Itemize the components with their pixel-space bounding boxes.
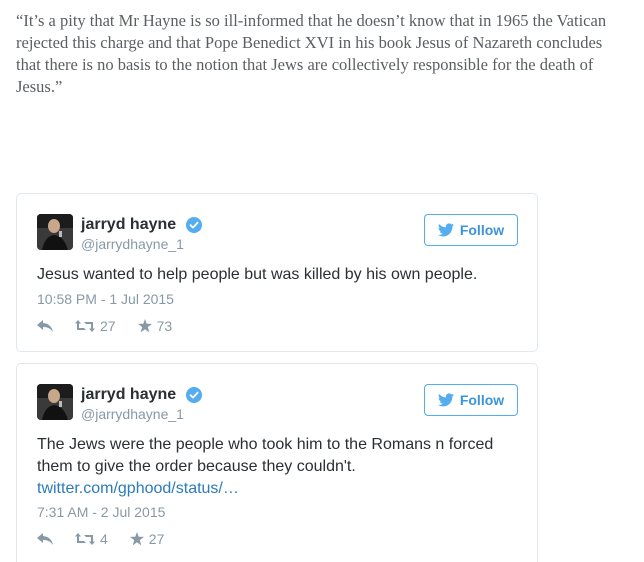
twitter-bird-icon [437,393,454,407]
verified-icon [185,386,202,403]
retweet-count: 27 [100,318,116,334]
favorite-count: 27 [148,531,165,547]
retweet-icon [75,533,95,545]
embedded-tweet: jarryd hayne @jarrydhayne_1 Follow Jesus… [16,193,538,352]
tweet-body: Jesus wanted to help people but was kill… [37,266,478,283]
favorite-star-icon [129,532,144,546]
tweet-text: The Jews were the people who took him to… [37,434,517,500]
user-handle[interactable]: @jarrydhayne_1 [81,235,202,253]
tweet-actions: 27 73 [37,318,194,334]
favorite-star-icon [137,319,152,333]
follow-label: Follow [459,222,505,238]
retweet-icon [75,320,95,332]
avatar[interactable] [37,384,73,420]
user-handle[interactable]: @jarrydhayne_1 [81,405,202,423]
tweet-text: Jesus wanted to help people but was kill… [37,264,517,286]
retweet-button[interactable]: 4 [75,531,108,547]
favorite-count: 73 [156,318,173,334]
reply-icon [37,533,53,545]
favorite-button[interactable]: 73 [137,318,173,334]
reply-button[interactable] [37,533,53,545]
favorite-button[interactable]: 27 [129,531,165,547]
tweet-link[interactable]: twitter.com/gphood/status/… [37,478,517,500]
reply-icon [37,320,53,332]
tweet-timestamp[interactable]: 10:58 PM - 1 Jul 2015 [37,291,174,307]
article-quote: “It’s a pity that Mr Hayne is so ill-inf… [16,11,607,96]
verified-icon [185,216,202,233]
retweet-button[interactable]: 27 [75,318,116,334]
follow-label: Follow [459,392,505,408]
embedded-tweet: jarryd hayne @jarrydhayne_1 Follow The J… [16,363,538,562]
avatar[interactable] [37,214,73,250]
tweet-body: The Jews were the people who took him to… [37,436,494,475]
tweet-timestamp[interactable]: 7:31 AM - 2 Jul 2015 [37,504,165,520]
display-name[interactable]: jarryd hayne [81,215,176,234]
reply-button[interactable] [37,320,53,332]
display-name[interactable]: jarryd hayne [81,385,176,404]
tweet-actions: 4 27 [37,531,186,547]
retweet-count: 4 [100,531,108,547]
follow-button[interactable]: Follow [424,214,518,246]
follow-button[interactable]: Follow [424,384,518,416]
twitter-bird-icon [437,223,454,237]
